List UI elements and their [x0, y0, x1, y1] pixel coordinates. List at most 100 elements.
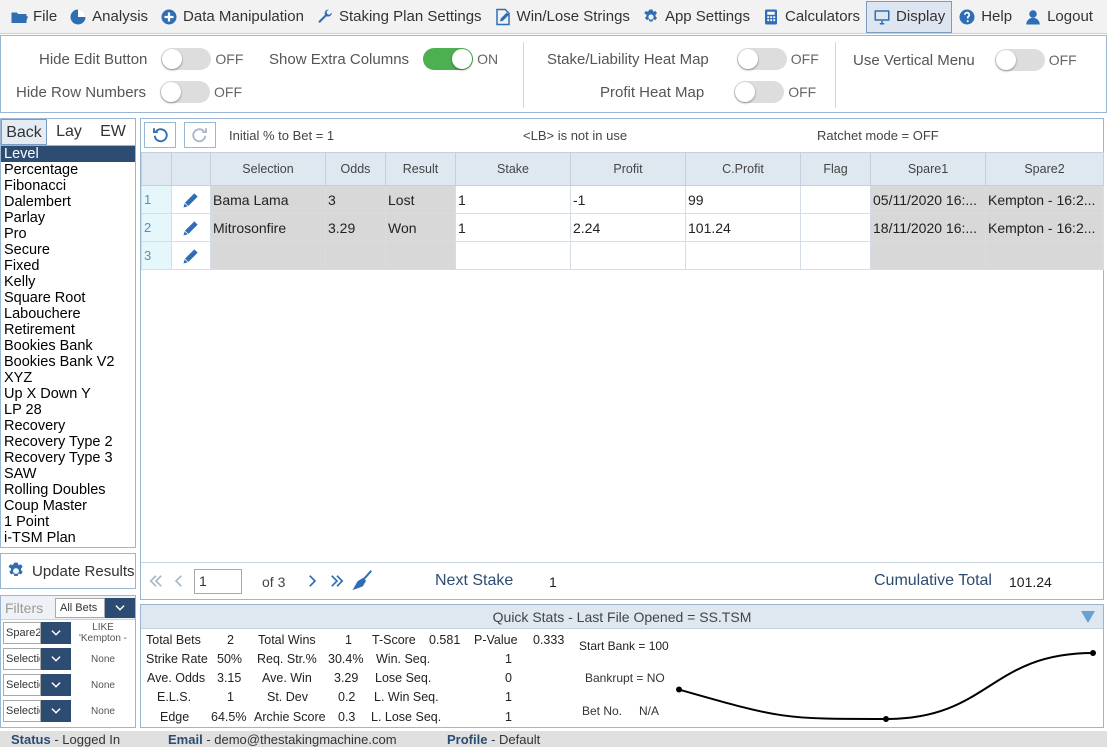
col-cprofit[interactable]: C.Profit [685, 152, 801, 186]
plan-item[interactable]: Percentage [1, 162, 135, 178]
redo-button[interactable] [184, 122, 216, 148]
menu-logout[interactable]: Logout [1018, 1, 1099, 33]
cell-flag[interactable] [800, 185, 871, 214]
cell-selection[interactable]: Mitrosonfire [210, 213, 326, 242]
cell-stake[interactable] [455, 241, 571, 270]
menu-win-lose-strings[interactable]: Win/Lose Strings [488, 1, 636, 33]
col-result[interactable]: Result [385, 152, 456, 186]
plan-item[interactable]: Rolling Doubles [1, 482, 135, 498]
filter-scope-dropdown-button[interactable] [105, 597, 135, 618]
plan-item[interactable]: Bookies Bank V2 [1, 354, 135, 370]
plan-item[interactable]: Bookies Bank [1, 338, 135, 354]
cell-selection[interactable] [210, 241, 326, 270]
menu-app-settings[interactable]: App Settings [636, 1, 756, 33]
hide-row-numbers-toggle[interactable] [160, 81, 211, 103]
broom-icon[interactable] [352, 569, 374, 591]
plan-item[interactable]: i-TSM Plan [1, 530, 135, 546]
next-page-icon[interactable] [303, 572, 321, 590]
plan-item[interactable]: Secure [1, 242, 135, 258]
cell-selection[interactable]: Bama Lama [210, 185, 326, 214]
cell-spare1[interactable]: 05/11/2020 16:... [870, 185, 986, 214]
previous-page-icon[interactable] [170, 572, 188, 590]
menu-data-manipulation[interactable]: Data Manipulation [154, 1, 310, 33]
plan-item[interactable]: Level [1, 146, 135, 162]
hide-edit-button-toggle[interactable] [161, 48, 212, 70]
plan-item[interactable]: Recovery [1, 418, 135, 434]
update-results-button[interactable]: Update Results [0, 553, 136, 589]
cell-cprofit[interactable]: 99 [685, 185, 801, 214]
col-flag[interactable]: Flag [800, 152, 871, 186]
cell-spare2[interactable]: Kempton - 16:2... [985, 185, 1104, 214]
cell-stake[interactable]: 1 [455, 185, 571, 214]
plan-item[interactable]: Coup Master [1, 498, 135, 514]
collapse-triangle-icon[interactable] [1081, 611, 1095, 623]
plan-item[interactable]: Pro [1, 226, 135, 242]
quick-stats-header[interactable]: Quick Stats - Last File Opened = SS.TSM [141, 605, 1103, 629]
cell-profit[interactable] [570, 241, 686, 270]
plan-item[interactable]: Labouchere [1, 306, 135, 322]
filter-field-dropdown-button[interactable] [41, 622, 71, 644]
plan-item[interactable]: XYZ [1, 370, 135, 386]
page-number-input[interactable]: 1 [194, 569, 242, 594]
col-profit[interactable]: Profit [570, 152, 686, 186]
col-selection[interactable]: Selection [210, 152, 326, 186]
filter-value[interactable]: None [71, 654, 135, 665]
menu-file[interactable]: File [4, 1, 63, 33]
edit-row-button[interactable] [171, 185, 211, 214]
menu-calculators[interactable]: Calculators [756, 1, 866, 33]
col-odds[interactable]: Odds [325, 152, 386, 186]
cell-stake[interactable]: 1 [455, 213, 571, 242]
cell-odds[interactable]: 3.29 [325, 213, 386, 242]
plan-item[interactable]: 1 Point [1, 514, 135, 530]
menu-analysis[interactable]: Analysis [63, 1, 154, 33]
plan-item[interactable]: Recovery Type 2 [1, 434, 135, 450]
cell-odds[interactable] [325, 241, 386, 270]
undo-button[interactable] [144, 122, 176, 148]
last-page-icon[interactable] [328, 572, 346, 590]
filter-field-select[interactable]: Spare2 [3, 622, 41, 644]
cell-result[interactable] [385, 241, 456, 270]
plan-item[interactable]: Dalembert [1, 194, 135, 210]
cell-cprofit[interactable] [685, 241, 801, 270]
col-spare2[interactable]: Spare2 [985, 152, 1104, 186]
tab-ew[interactable]: EW [91, 119, 135, 145]
plan-item[interactable]: Up X Down Y [1, 386, 135, 402]
cell-cprofit[interactable]: 101.24 [685, 213, 801, 242]
cell-flag[interactable] [800, 241, 871, 270]
plan-item[interactable]: Fibonacci [1, 178, 135, 194]
first-page-icon[interactable] [147, 572, 165, 590]
cell-odds[interactable]: 3 [325, 185, 386, 214]
menu-staking-plan-settings[interactable]: Staking Plan Settings [310, 1, 488, 33]
tab-back[interactable]: Back [1, 119, 47, 145]
col-spare1[interactable]: Spare1 [870, 152, 986, 186]
menu-display[interactable]: Display [866, 0, 953, 33]
plan-item[interactable]: SAW [1, 466, 135, 482]
cell-profit[interactable]: 2.24 [570, 213, 686, 242]
plan-item[interactable]: Kelly [1, 274, 135, 290]
cell-profit[interactable]: -1 [570, 185, 686, 214]
cell-result[interactable]: Won [385, 213, 456, 242]
show-extra-columns-toggle[interactable] [423, 48, 474, 70]
filter-field-dropdown-button[interactable] [41, 648, 71, 670]
cell-flag[interactable] [800, 213, 871, 242]
cell-spare2[interactable]: Kempton - 16:2... [985, 213, 1104, 242]
edit-row-button[interactable] [171, 213, 211, 242]
plan-item[interactable]: Square Root [1, 290, 135, 306]
plan-item[interactable]: Fixed [1, 258, 135, 274]
stake-liability-heat-map-toggle[interactable] [736, 48, 787, 70]
cell-result[interactable]: Lost [385, 185, 456, 214]
menu-help[interactable]: Help [952, 1, 1018, 33]
plan-item[interactable]: Recovery Type 3 [1, 450, 135, 466]
col-stake[interactable]: Stake [455, 152, 571, 186]
cell-spare1[interactable] [870, 241, 986, 270]
filter-field-dropdown-button[interactable] [41, 700, 71, 722]
filter-scope-select[interactable]: All Bets [55, 597, 105, 618]
use-vertical-menu-toggle[interactable] [994, 49, 1045, 71]
filter-value[interactable]: None [71, 680, 135, 691]
plan-item[interactable]: LP 28 [1, 402, 135, 418]
plan-item[interactable]: Parlay [1, 210, 135, 226]
filter-field-dropdown-button[interactable] [41, 674, 71, 696]
filter-field-select[interactable]: Selection [3, 674, 41, 696]
filter-value[interactable]: None [71, 706, 135, 717]
edit-row-button[interactable] [171, 241, 211, 270]
